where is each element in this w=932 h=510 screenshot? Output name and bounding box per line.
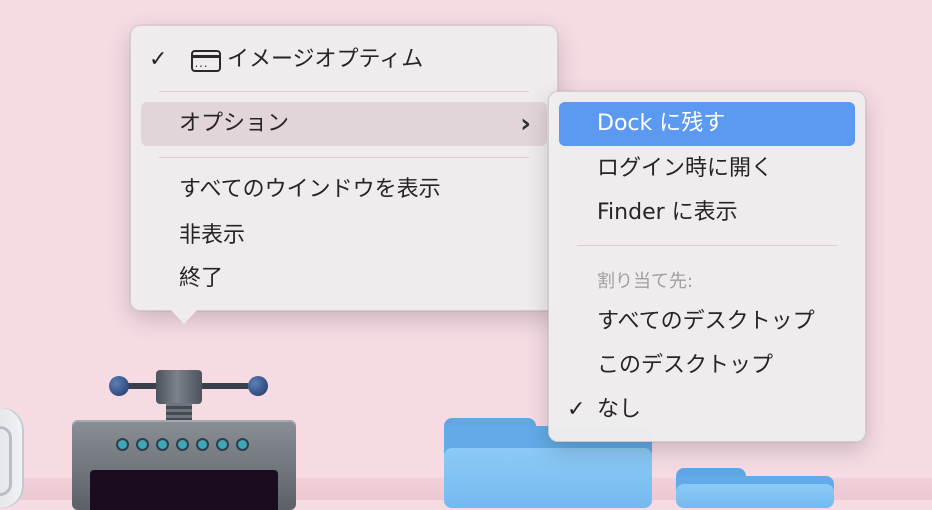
menu-separator [577, 245, 837, 246]
menu-item-label: このデスクトップ [597, 353, 774, 378]
menu-separator [159, 157, 529, 158]
menu-item-hide[interactable]: 非表示 [141, 214, 547, 258]
menu-item-label: 終了 [179, 266, 224, 291]
menu-item-label: すべてのウインドウを表示 [179, 177, 441, 202]
menu-item-label: すべてのデスクトップ [597, 309, 815, 334]
press-window [90, 470, 278, 510]
dock-app-partial-icon[interactable] [0, 408, 24, 508]
menu-item-label: 非表示 [179, 223, 246, 248]
menu-item-keep-in-dock[interactable]: Dock に残す [559, 102, 855, 146]
menu-item-none[interactable]: ✓ なし [559, 388, 855, 432]
press-light [198, 440, 207, 449]
menu-item-label: Finder に表示 [597, 200, 738, 225]
checkmark-icon: ✓ [567, 397, 586, 422]
press-light [138, 440, 147, 449]
menu-item-label: Dock に残す [597, 111, 726, 136]
menu-item-label: なし [597, 397, 642, 422]
press-block [156, 370, 202, 404]
folder-front [676, 484, 834, 508]
press-light [158, 440, 167, 449]
menu-item-show-in-finder[interactable]: Finder に表示 [559, 191, 855, 235]
assign-to-header: 割り当て先: [597, 271, 694, 292]
menu-item-label: イメージオプティム [227, 47, 424, 72]
press-light [178, 440, 187, 449]
menu-item-quit[interactable]: 終了 [141, 257, 547, 301]
menu-item-all-desktops[interactable]: すべてのデスクトップ [559, 300, 855, 344]
press-knob-left [109, 376, 129, 396]
checkmark-icon: ✓ [149, 47, 168, 72]
window-icon [191, 45, 221, 89]
press-light [118, 440, 127, 449]
menu-item-show-all-windows[interactable]: すべてのウインドウを表示 [141, 168, 547, 212]
press-light [218, 440, 227, 449]
menu-item-label: ログイン時に開く [597, 156, 774, 181]
menu-item-this-desktop[interactable]: このデスクトップ [559, 344, 855, 388]
folder-icon[interactable] [676, 468, 834, 508]
press-screw [166, 403, 192, 421]
press-light [238, 440, 247, 449]
menu-item-options[interactable]: オプション › [141, 102, 547, 146]
folder-front [444, 448, 652, 508]
menu-item-label: オプション [179, 111, 290, 136]
menu-item-open-at-login[interactable]: ログイン時に開く [559, 147, 855, 191]
options-submenu: Dock に残す ログイン時に開く Finder に表示 割り当て先: すべての… [548, 91, 866, 442]
dock-context-menu: ✓ イメージオプティム オプション › すべてのウインドウを表示 非表示 終了 [130, 25, 558, 324]
menu-pointer [171, 310, 197, 324]
imageoptim-press-icon[interactable] [70, 370, 300, 510]
chevron-right-icon: › [520, 109, 531, 139]
menu-separator [159, 91, 529, 92]
menu-item-app-window[interactable]: ✓ イメージオプティム [141, 38, 547, 89]
press-knob-right [248, 376, 268, 396]
